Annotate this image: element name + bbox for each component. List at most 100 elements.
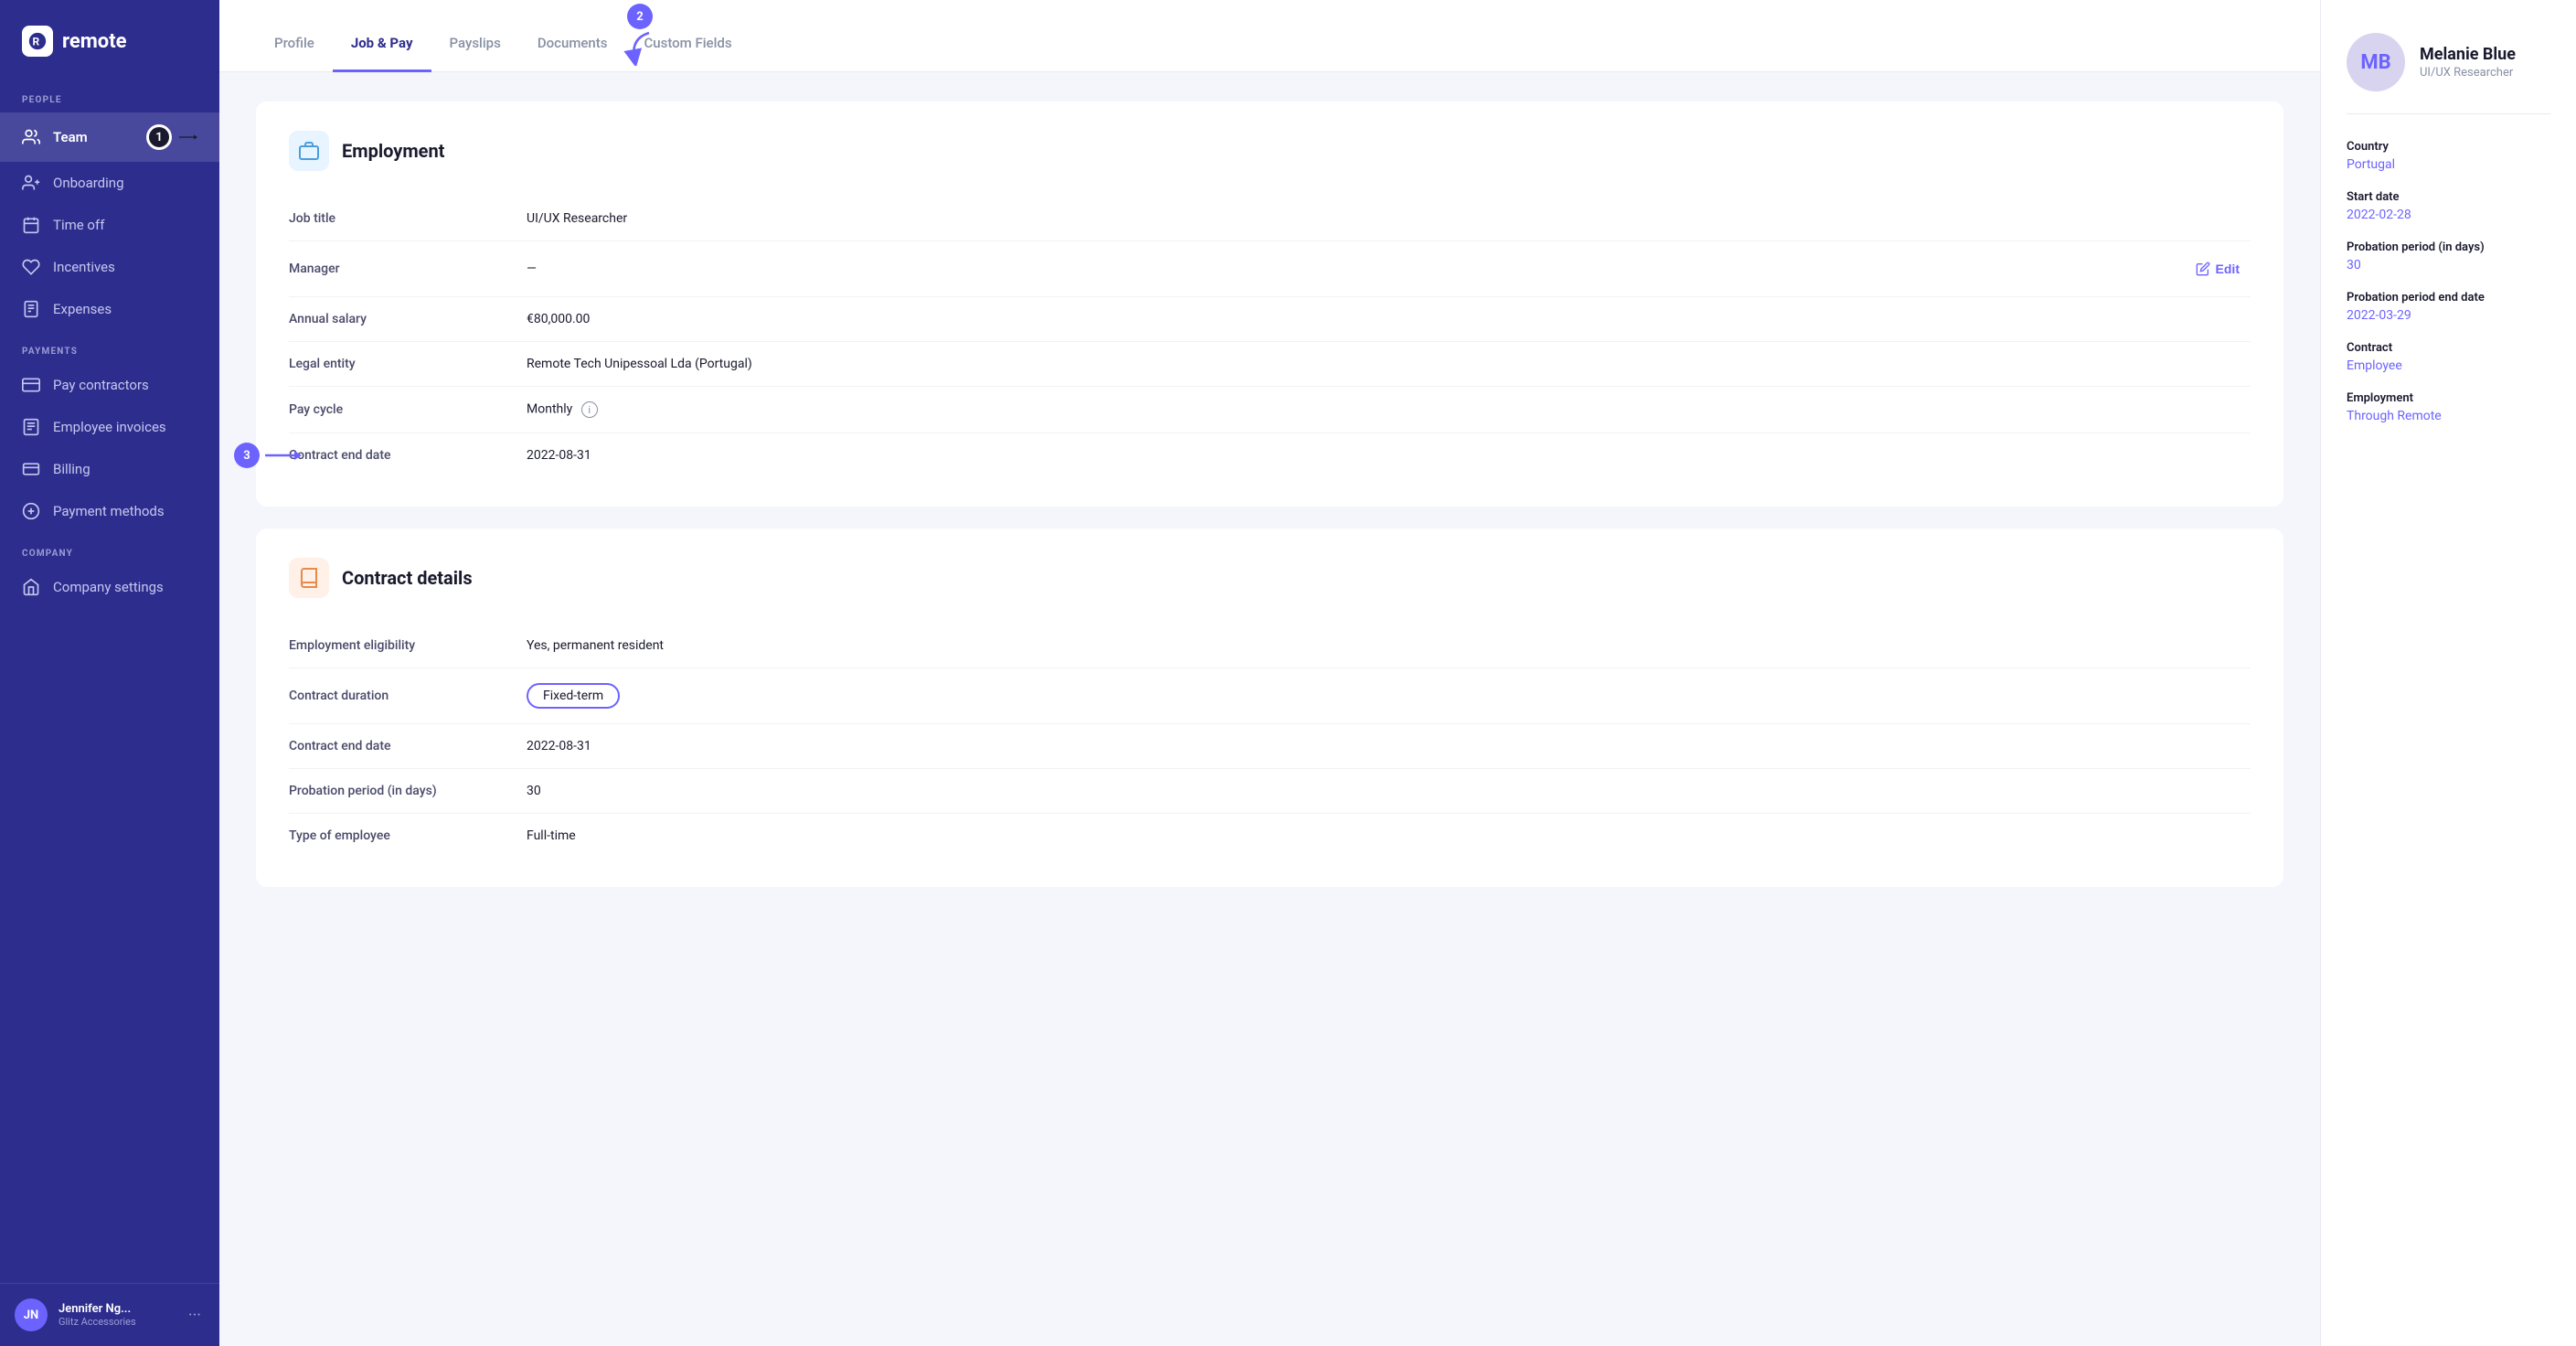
calendar-icon: [22, 216, 40, 234]
user-info: Jennifer Ng... Glitz Accessories: [59, 1302, 174, 1328]
probation-days-value: 30: [2347, 258, 2550, 272]
sidebar-item-pay-contractors[interactable]: Pay contractors: [0, 364, 219, 406]
annual-salary-label: Annual salary: [289, 312, 527, 326]
sidebar-item-label: Billing: [53, 461, 90, 477]
employment-section-icon: [289, 131, 329, 171]
sidebar: R remote PEOPLE Team 1 Onboarding Time o…: [0, 0, 219, 1346]
profile-role: UI/UX Researcher: [2420, 66, 2516, 80]
people-section-label: PEOPLE: [0, 79, 219, 112]
user-menu-button[interactable]: ···: [185, 1302, 205, 1329]
contract-value: Employee: [2347, 358, 2550, 373]
briefcase-icon: [298, 140, 320, 162]
type-of-employee-row: Type of employee Full-time: [289, 814, 2251, 858]
contract-end-date-value: 2022-08-31: [527, 448, 2251, 463]
start-date-info: Start date 2022-02-28: [2347, 190, 2550, 222]
probation-end-label: Probation period end date: [2347, 291, 2550, 304]
sidebar-item-time-off[interactable]: Time off: [0, 204, 219, 246]
user-avatar: JN: [15, 1298, 48, 1331]
step3-badge: 3: [234, 443, 260, 468]
tab-profile[interactable]: Profile: [256, 9, 333, 72]
sidebar-item-onboarding[interactable]: Onboarding: [0, 162, 219, 204]
tab-job-pay[interactable]: Job & Pay: [333, 9, 431, 72]
edit-icon: [2196, 262, 2210, 276]
probation-period-value: 30: [527, 784, 2251, 798]
sidebar-item-label: Incentives: [53, 259, 115, 275]
payments-section-label: PAYMENTS: [0, 330, 219, 364]
contract-section-icon: [289, 558, 329, 598]
tab-documents[interactable]: Documents: [519, 9, 626, 72]
contract-details-section: Contract details Employment eligibility …: [256, 529, 2283, 887]
type-of-employee-value: Full-time: [527, 828, 2251, 843]
invoice-icon: [22, 418, 40, 436]
user-plus-icon: [22, 174, 40, 192]
type-of-employee-label: Type of employee: [289, 828, 527, 843]
contract-duration-label: Contract duration: [289, 689, 527, 703]
edit-button[interactable]: Edit: [2185, 256, 2251, 282]
svg-text:R: R: [33, 36, 40, 48]
probation-period-label: Probation period (in days): [289, 784, 527, 798]
credit-card-icon: [22, 376, 40, 394]
sidebar-item-payment-methods[interactable]: Payment methods: [0, 490, 219, 532]
users-icon: [22, 128, 40, 146]
sidebar-item-expenses[interactable]: Expenses: [0, 288, 219, 330]
tabs-area: 2 Profile Job & Pay Payslips Documents C…: [219, 0, 2320, 72]
sidebar-item-employee-invoices[interactable]: Employee invoices: [0, 406, 219, 448]
sidebar-item-label: Time off: [53, 217, 104, 233]
sidebar-item-label: Expenses: [53, 301, 112, 317]
job-title-row: Job title UI/UX Researcher: [289, 197, 2251, 241]
employment-eligibility-row: Employment eligibility Yes, permanent re…: [289, 624, 2251, 668]
employment-section: Employment Job title UI/UX Researcher Ma…: [256, 101, 2283, 507]
sidebar-item-company-settings[interactable]: Company settings: [0, 566, 219, 608]
tab-payslips[interactable]: Payslips: [431, 9, 519, 72]
probation-days-label: Probation period (in days): [2347, 240, 2550, 254]
sidebar-item-billing[interactable]: Billing: [0, 448, 219, 490]
step3-arrow-icon: [265, 449, 302, 462]
pay-cycle-row: Pay cycle Monthly i: [289, 387, 2251, 433]
contract-duration-value: Fixed-term: [527, 683, 2251, 709]
billing-icon: [22, 460, 40, 478]
profile-info: Melanie Blue UI/UX Researcher: [2420, 45, 2516, 80]
arrow-right-icon: [179, 128, 197, 146]
contract-end-date2-row: Contract end date 2022-08-31: [289, 724, 2251, 769]
sidebar-item-label: Payment methods: [53, 503, 165, 519]
start-date-value: 2022-02-28: [2347, 208, 2550, 222]
app-logo: R remote: [0, 0, 219, 79]
legal-entity-label: Legal entity: [289, 357, 527, 371]
contract-end-date-row: 3 Contract end date 2022-08-31: [289, 433, 2251, 477]
sidebar-item-label: Team: [53, 129, 88, 145]
step3-annotation: 3: [234, 443, 302, 468]
content-body: Employment Job title UI/UX Researcher Ma…: [219, 72, 2320, 1346]
avatar: MB: [2347, 33, 2405, 91]
probation-period-row: Probation period (in days) 30: [289, 769, 2251, 814]
contract-title: Contract details: [342, 567, 473, 589]
pay-cycle-label: Pay cycle: [289, 402, 527, 417]
probation-end-value: 2022-03-29: [2347, 308, 2550, 323]
step2-annotation: 2: [622, 4, 658, 66]
contract-end-date2-label: Contract end date: [289, 739, 527, 753]
contract-duration-row: Contract duration Fixed-term: [289, 668, 2251, 724]
manager-label: Manager: [289, 262, 527, 276]
step1-badge: 1: [146, 124, 172, 150]
payment-icon: [22, 502, 40, 520]
pay-cycle-value: Monthly i: [527, 401, 2251, 418]
company-section-label: COMPANY: [0, 532, 219, 566]
manager-value: —: [527, 262, 2185, 276]
user-name: Jennifer Ng...: [59, 1302, 174, 1316]
start-date-label: Start date: [2347, 190, 2550, 204]
probation-end-info: Probation period end date 2022-03-29: [2347, 291, 2550, 323]
user-company: Glitz Accessories: [59, 1316, 174, 1328]
country-value: Portugal: [2347, 157, 2550, 172]
country-info: Country Portugal: [2347, 140, 2550, 172]
edit-label: Edit: [2216, 262, 2240, 276]
logo-icon: R: [22, 26, 53, 57]
contract-info: Contract Employee: [2347, 341, 2550, 373]
profile-name: Melanie Blue: [2420, 45, 2516, 64]
info-icon[interactable]: i: [581, 401, 598, 418]
employment-label: Employment: [2347, 391, 2550, 405]
right-panel: MB Melanie Blue UI/UX Researcher Country…: [2320, 0, 2576, 1346]
sidebar-item-label: Employee invoices: [53, 419, 166, 435]
sidebar-item-incentives[interactable]: Incentives: [0, 246, 219, 288]
sidebar-item-team[interactable]: Team 1: [0, 112, 219, 162]
manager-row: Manager — Edit: [289, 241, 2251, 297]
manager-actions: Edit: [2185, 256, 2251, 282]
